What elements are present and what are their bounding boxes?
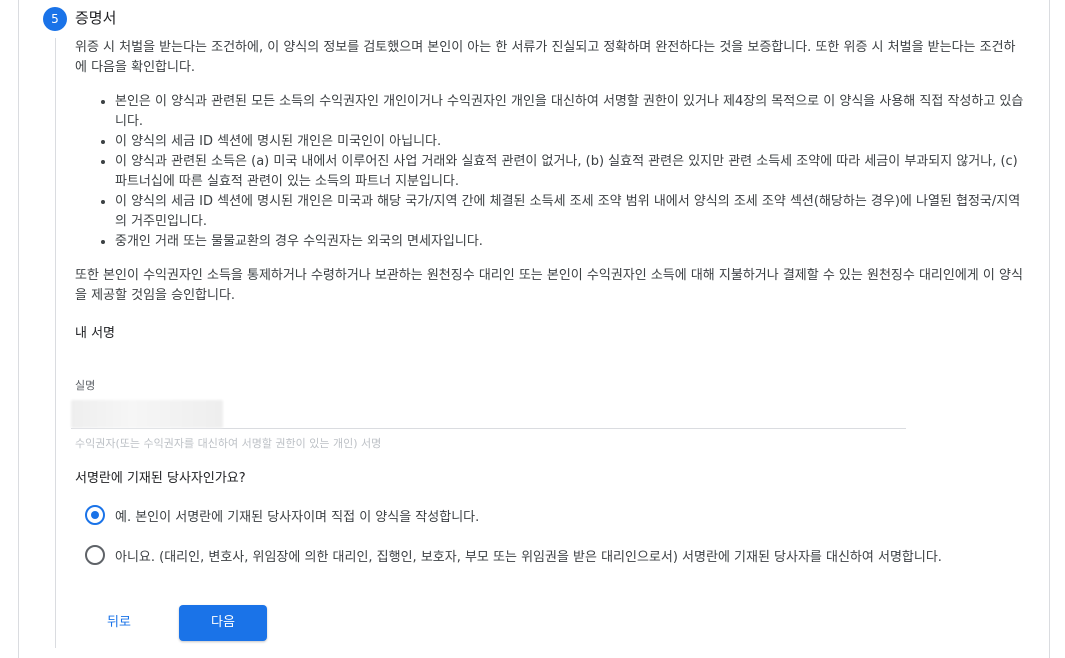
list-item: 중개인 거래 또는 물물교환의 경우 수익권자는 외국의 면세자입니다. — [115, 232, 1025, 252]
next-button[interactable]: 다음 — [179, 605, 267, 641]
radio-button-checked-icon[interactable] — [85, 505, 105, 525]
list-item: 이 양식의 세금 ID 섹션에 명시된 개인은 미국과 해당 국가/지역 간에 … — [115, 192, 1025, 232]
radio-button-unchecked-icon[interactable] — [85, 545, 105, 565]
step-title: 증명서 — [75, 9, 117, 27]
step-connector-line — [55, 38, 56, 648]
radio-option-no[interactable]: 아니요. (대리인, 변호사, 위임장에 의한 대리인, 집행인, 보호자, 부… — [85, 545, 942, 565]
full-name-label: 실명 — [75, 379, 96, 392]
certification-terms-list: 본인은 이 양식과 관련된 모든 소득의 수익권자인 개인이거나 수익권자인 개… — [75, 92, 1025, 252]
intro-paragraph: 위증 시 처벌을 받는다는 조건하에, 이 양식의 정보를 검토했으며 본인이 … — [75, 40, 1016, 75]
radio-label-no[interactable]: 아니요. (대리인, 변호사, 위임장에 의한 대리인, 집행인, 보호자, 부… — [115, 546, 942, 565]
radio-label-yes[interactable]: 예. 본인이 서명란에 기재된 당사자이며 직접 이 양식을 작성합니다. — [115, 506, 479, 525]
full-name-field[interactable] — [71, 400, 906, 429]
step-number-badge: 5 — [43, 7, 67, 31]
signer-question: 서명란에 기재된 당사자인가요? — [75, 471, 246, 486]
acknowledgement-paragraph: 또한 본인이 수익권자인 소득을 통제하거나 수령하거나 보관하는 원천징수 대… — [75, 268, 1023, 303]
list-item: 이 양식의 세금 ID 섹션에 명시된 개인은 미국인이 아닙니다. — [115, 132, 1025, 152]
radio-option-yes[interactable]: 예. 본인이 서명란에 기재된 당사자이며 직접 이 양식을 작성합니다. — [85, 505, 479, 525]
back-button[interactable]: 뒤로 — [89, 605, 149, 641]
list-item: 이 양식과 관련된 소득은 (a) 미국 내에서 이루어진 사업 거래와 실효적… — [115, 152, 1025, 192]
full-name-helper-text: 수익권자(또는 수익권자를 대신하여 서명할 권한이 있는 개인) 서명 — [75, 437, 382, 450]
full-name-value[interactable] — [71, 400, 223, 428]
certification-text: 위증 시 처벌을 받는다는 조건하에, 이 양식의 정보를 검토했으며 본인이 … — [75, 38, 1025, 320]
list-item: 본인은 이 양식과 관련된 모든 소득의 수익권자인 개인이거나 수익권자인 개… — [115, 92, 1025, 132]
signature-heading: 내 서명 — [75, 326, 116, 341]
